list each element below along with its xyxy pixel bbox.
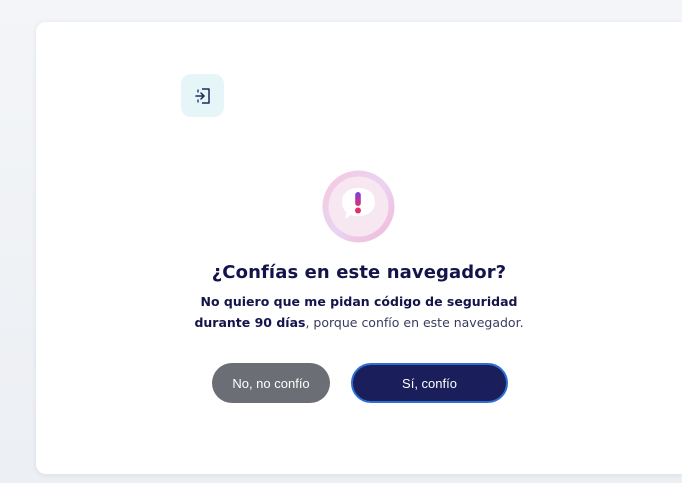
logout-button[interactable] — [181, 74, 224, 117]
yes-trust-button[interactable]: Sí, confío — [351, 363, 508, 403]
trust-browser-card: ¿Confías en este navegador? No quiero qu… — [36, 22, 682, 474]
page: ¿Confías en este navegador? No quiero qu… — [0, 0, 682, 483]
logout-door-icon — [194, 87, 210, 104]
description-rest: , porque confío en este navegador. — [305, 315, 524, 330]
dialog-description: No quiero que me pidan código de segurid… — [184, 291, 534, 333]
no-trust-button[interactable]: No, no confío — [212, 363, 330, 403]
dialog-title: ¿Confías en este navegador? — [211, 262, 507, 283]
exclamation-chat-icon — [322, 170, 395, 243]
